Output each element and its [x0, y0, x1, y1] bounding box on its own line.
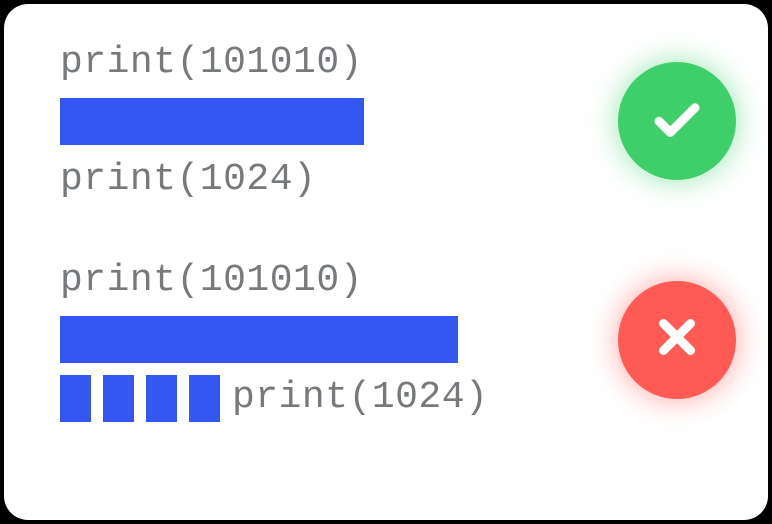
indent-segment	[146, 375, 177, 422]
code-line-1: print(101010)	[60, 258, 568, 304]
example-correct: print(101010) print(1024)	[60, 40, 728, 202]
indent-segment	[189, 375, 220, 422]
code-text: print(1024)	[232, 375, 488, 421]
close-icon	[650, 310, 704, 369]
code-examples-card: print(101010) print(1024) print(101010) …	[4, 4, 768, 520]
status-badge-success	[618, 62, 736, 180]
example-incorrect: print(101010) print(1024)	[60, 258, 728, 422]
code-line-3: print(1024)	[60, 157, 568, 203]
indent-segment	[103, 375, 134, 422]
indent-segment	[60, 375, 91, 422]
status-badge-error	[618, 281, 736, 399]
highlight-row	[60, 316, 568, 363]
highlight-row	[60, 98, 568, 145]
check-icon	[650, 92, 704, 151]
code-line-1: print(101010)	[60, 40, 568, 86]
highlight-bar	[60, 98, 364, 145]
code-line-3-indented: print(1024)	[60, 375, 568, 422]
highlight-bar	[60, 316, 458, 363]
